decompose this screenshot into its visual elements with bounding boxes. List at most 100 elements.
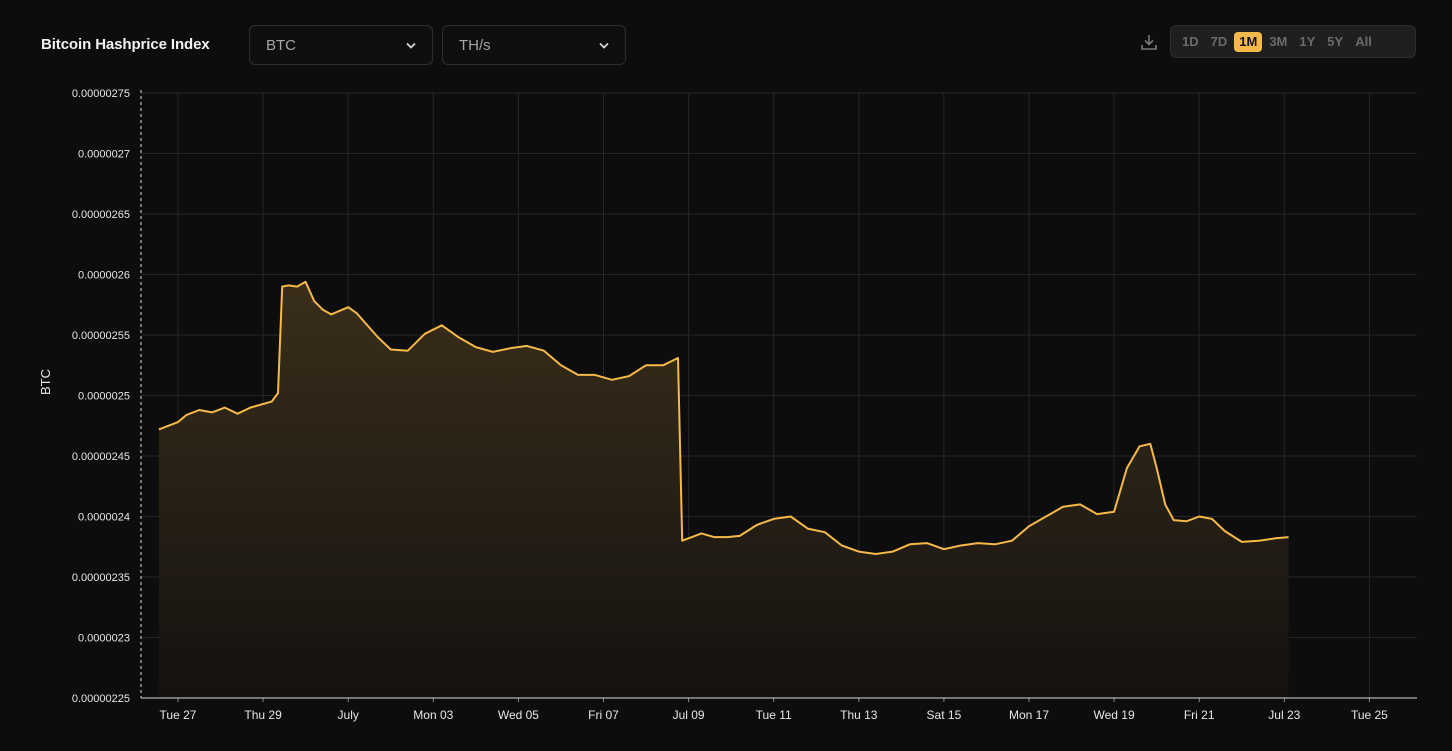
data-point bbox=[807, 528, 809, 530]
data-point bbox=[509, 347, 511, 349]
data-point bbox=[475, 346, 477, 348]
x-tick-label: Wed 05 bbox=[498, 708, 539, 722]
y-tick-label: 0.00000235 bbox=[72, 572, 130, 584]
data-point bbox=[1028, 525, 1030, 527]
data-point bbox=[1149, 443, 1151, 445]
data-point bbox=[281, 286, 283, 288]
data-point bbox=[424, 333, 426, 335]
data-point bbox=[1224, 530, 1226, 532]
data-point bbox=[1156, 467, 1158, 469]
data-point bbox=[662, 364, 664, 366]
data-point bbox=[577, 374, 579, 376]
y-tick-label: 0.00000255 bbox=[72, 330, 130, 342]
data-point bbox=[339, 310, 341, 312]
y-tick-label: 0.0000025 bbox=[78, 391, 130, 403]
data-point bbox=[1113, 511, 1115, 513]
data-point bbox=[288, 284, 290, 286]
x-tick-label: Tue 25 bbox=[1351, 708, 1388, 722]
x-tick-label: Thu 13 bbox=[840, 708, 878, 722]
data-point bbox=[543, 350, 545, 352]
data-point bbox=[594, 374, 596, 376]
data-point bbox=[713, 536, 715, 538]
data-point bbox=[560, 364, 562, 366]
data-point bbox=[1011, 540, 1013, 542]
data-point bbox=[407, 350, 409, 352]
data-point bbox=[1258, 540, 1260, 542]
data-point bbox=[347, 306, 349, 308]
data-point bbox=[726, 536, 728, 538]
data-point bbox=[875, 553, 877, 555]
data-point bbox=[1211, 518, 1213, 520]
data-point bbox=[177, 421, 179, 423]
data-point bbox=[1173, 519, 1175, 521]
y-tick-label: 0.0000023 bbox=[78, 633, 130, 645]
x-tick-label: Mon 17 bbox=[1009, 708, 1049, 722]
data-point bbox=[926, 542, 928, 544]
x-tick-label: Fri 21 bbox=[1184, 708, 1215, 722]
data-point bbox=[305, 281, 307, 283]
data-point bbox=[773, 518, 775, 520]
y-tick-label: 0.0000024 bbox=[78, 512, 130, 524]
data-point bbox=[1045, 516, 1047, 518]
data-point bbox=[322, 309, 324, 311]
data-point bbox=[330, 313, 332, 315]
y-tick-label: 0.0000026 bbox=[78, 270, 130, 282]
data-point bbox=[1062, 506, 1064, 508]
hashprice-chart: 0.00000275 0.0000027 0.00000265 0.0000026 0.… bbox=[72, 88, 1417, 722]
x-tick-label: Sat 15 bbox=[927, 708, 962, 722]
x-tick-label: Jul 23 bbox=[1268, 708, 1300, 722]
y-tick-label: 0.00000265 bbox=[72, 209, 130, 221]
data-point bbox=[1096, 513, 1098, 515]
data-point bbox=[943, 548, 945, 550]
data-point bbox=[611, 379, 613, 381]
data-point bbox=[1288, 536, 1290, 538]
data-point bbox=[158, 428, 160, 430]
data-point bbox=[364, 322, 366, 324]
data-point bbox=[688, 537, 690, 539]
data-point bbox=[492, 351, 494, 353]
data-point bbox=[790, 516, 792, 518]
y-tick-label: 0.00000245 bbox=[72, 451, 130, 463]
data-point bbox=[277, 392, 279, 394]
data-point bbox=[824, 531, 826, 533]
data-point bbox=[237, 413, 239, 415]
data-point bbox=[296, 286, 298, 288]
data-point bbox=[441, 324, 443, 326]
data-point bbox=[681, 540, 683, 542]
data-point bbox=[526, 345, 528, 347]
data-point bbox=[1198, 516, 1200, 518]
data-point bbox=[977, 542, 979, 544]
y-tick-label: 0.0000027 bbox=[78, 149, 130, 161]
data-point bbox=[960, 545, 962, 547]
data-point bbox=[1185, 520, 1187, 522]
data-point bbox=[211, 411, 213, 413]
data-point bbox=[892, 551, 894, 553]
data-point bbox=[377, 336, 379, 338]
data-point bbox=[262, 403, 264, 405]
data-point bbox=[390, 349, 392, 351]
data-point bbox=[356, 312, 358, 314]
data-point bbox=[858, 551, 860, 553]
data-point bbox=[1079, 503, 1081, 505]
data-point bbox=[841, 545, 843, 547]
x-tick-label: Fri 07 bbox=[588, 708, 619, 722]
data-point bbox=[756, 524, 758, 526]
x-tick-label: July bbox=[338, 708, 359, 722]
x-tick-label: Jul 09 bbox=[673, 708, 705, 722]
x-tick-label: Tue 27 bbox=[160, 708, 197, 722]
data-point bbox=[739, 535, 741, 537]
x-tick-label: Tue 11 bbox=[756, 708, 792, 722]
data-point bbox=[249, 407, 251, 409]
data-point bbox=[271, 401, 273, 403]
data-point bbox=[1126, 467, 1128, 469]
x-tick-label: Wed 19 bbox=[1094, 708, 1135, 722]
series-area bbox=[158, 281, 1289, 698]
x-tick-label: Thu 29 bbox=[244, 708, 282, 722]
data-point bbox=[628, 375, 630, 377]
data-point bbox=[186, 414, 188, 416]
data-point bbox=[313, 300, 315, 302]
x-tick-label: Mon 03 bbox=[413, 708, 453, 722]
data-point bbox=[645, 364, 647, 366]
data-point bbox=[1241, 541, 1243, 543]
data-point bbox=[909, 543, 911, 545]
